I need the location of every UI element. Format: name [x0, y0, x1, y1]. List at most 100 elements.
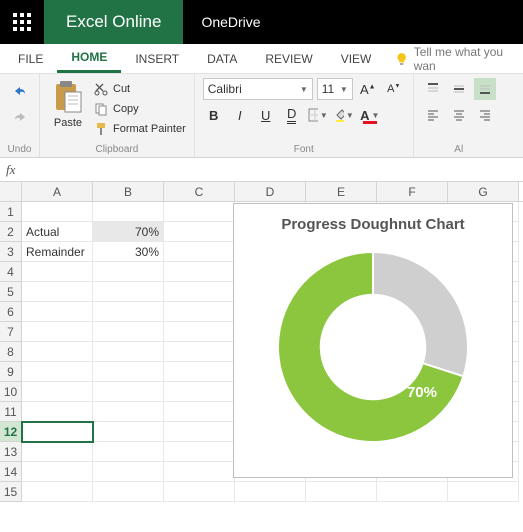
double-underline-button[interactable]: D	[281, 104, 303, 126]
grow-font-button[interactable]: A▲	[357, 78, 379, 100]
cell[interactable]	[93, 262, 164, 282]
row-header[interactable]: 3	[0, 242, 22, 262]
row-header[interactable]: 1	[0, 202, 22, 222]
cell[interactable]	[93, 422, 164, 442]
column-header[interactable]: C	[164, 182, 235, 201]
cell[interactable]	[93, 342, 164, 362]
align-bottom-button[interactable]	[474, 78, 496, 100]
cell[interactable]	[164, 442, 235, 462]
cell[interactable]	[93, 402, 164, 422]
cell[interactable]	[22, 382, 93, 402]
column-header[interactable]: G	[448, 182, 519, 201]
cell[interactable]	[22, 402, 93, 422]
cell[interactable]	[164, 202, 235, 222]
cell[interactable]	[93, 302, 164, 322]
cell[interactable]	[22, 442, 93, 462]
paste-button[interactable]: Paste	[48, 78, 88, 138]
column-header[interactable]: A	[22, 182, 93, 201]
column-header[interactable]: B	[93, 182, 164, 201]
cell[interactable]	[164, 242, 235, 262]
copy-button[interactable]: Copy	[94, 100, 186, 118]
cell[interactable]	[22, 262, 93, 282]
formula-input[interactable]	[21, 158, 517, 181]
cell[interactable]	[22, 342, 93, 362]
redo-button[interactable]	[8, 106, 32, 128]
cell[interactable]	[22, 462, 93, 482]
tab-view[interactable]: VIEW	[327, 44, 386, 73]
shrink-font-button[interactable]: A▼	[383, 78, 405, 100]
tell-me[interactable]: Tell me what you wan	[395, 44, 523, 73]
row-header[interactable]: 14	[0, 462, 22, 482]
column-header[interactable]: D	[235, 182, 306, 201]
cell[interactable]	[377, 482, 448, 502]
underline-button[interactable]: U	[255, 104, 277, 126]
row-header[interactable]: 6	[0, 302, 22, 322]
row-header[interactable]: 15	[0, 482, 22, 502]
undo-button[interactable]	[8, 80, 32, 102]
cell[interactable]	[93, 282, 164, 302]
font-color-button[interactable]: A ▼	[359, 104, 381, 126]
cell[interactable]	[164, 422, 235, 442]
column-header[interactable]: E	[306, 182, 377, 201]
cell[interactable]	[93, 482, 164, 502]
chart-object[interactable]: Progress Doughnut Chart 70%	[233, 203, 513, 478]
cell[interactable]: 70%	[93, 222, 164, 242]
row-header[interactable]: 7	[0, 322, 22, 342]
cell[interactable]	[164, 222, 235, 242]
tab-insert[interactable]: INSERT	[121, 44, 193, 73]
app-launcher-button[interactable]	[0, 0, 44, 44]
italic-button[interactable]: I	[229, 104, 251, 126]
row-header[interactable]: 8	[0, 342, 22, 362]
row-header[interactable]: 13	[0, 442, 22, 462]
font-size-select[interactable]: 11 ▼	[317, 78, 353, 100]
cell[interactable]	[164, 342, 235, 362]
cell[interactable]	[93, 462, 164, 482]
row-header[interactable]: 4	[0, 262, 22, 282]
cell[interactable]	[93, 442, 164, 462]
cell[interactable]	[164, 362, 235, 382]
row-header[interactable]: 11	[0, 402, 22, 422]
cell[interactable]	[164, 482, 235, 502]
row-header[interactable]: 9	[0, 362, 22, 382]
align-top-button[interactable]	[422, 78, 444, 100]
cell[interactable]: Actual	[22, 222, 93, 242]
cell[interactable]	[235, 482, 306, 502]
cell[interactable]	[306, 482, 377, 502]
document-title[interactable]: OneDrive	[183, 0, 278, 44]
cell[interactable]	[22, 322, 93, 342]
cell[interactable]	[22, 482, 93, 502]
cell[interactable]	[22, 362, 93, 382]
cell[interactable]	[22, 422, 93, 442]
cell[interactable]	[164, 382, 235, 402]
cell[interactable]	[448, 482, 519, 502]
cell[interactable]: 30%	[93, 242, 164, 262]
align-center-button[interactable]	[448, 104, 470, 126]
cell[interactable]	[93, 322, 164, 342]
font-name-select[interactable]: Calibri ▼	[203, 78, 313, 100]
align-left-button[interactable]	[422, 104, 444, 126]
cell[interactable]	[164, 262, 235, 282]
column-header[interactable]: F	[377, 182, 448, 201]
cell[interactable]	[164, 402, 235, 422]
cell[interactable]	[164, 302, 235, 322]
cell[interactable]	[164, 322, 235, 342]
tab-review[interactable]: REVIEW	[251, 44, 326, 73]
format-painter-button[interactable]: Format Painter	[94, 120, 186, 138]
fill-color-button[interactable]: ▼	[333, 104, 355, 126]
row-header[interactable]: 2	[0, 222, 22, 242]
cell[interactable]	[93, 202, 164, 222]
borders-button[interactable]: ▼	[307, 104, 329, 126]
tab-file[interactable]: FILE	[0, 44, 57, 73]
cell[interactable]	[93, 382, 164, 402]
cell[interactable]	[164, 462, 235, 482]
row-header[interactable]: 12	[0, 422, 22, 442]
cut-button[interactable]: Cut	[94, 80, 186, 98]
tab-home[interactable]: HOME	[57, 44, 121, 73]
cell[interactable]	[22, 282, 93, 302]
row-header[interactable]: 10	[0, 382, 22, 402]
select-all-corner[interactable]	[0, 182, 22, 201]
cell[interactable]	[22, 202, 93, 222]
bold-button[interactable]: B	[203, 104, 225, 126]
row-header[interactable]: 5	[0, 282, 22, 302]
align-right-button[interactable]	[474, 104, 496, 126]
